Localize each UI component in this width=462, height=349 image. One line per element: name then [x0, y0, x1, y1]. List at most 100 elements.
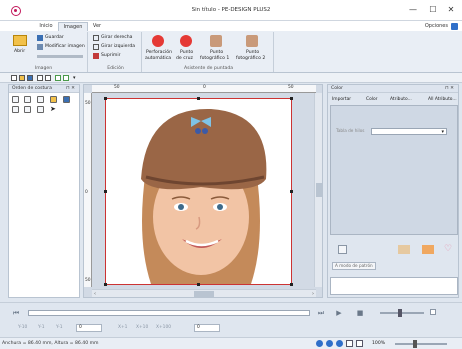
zoom-knob[interactable] — [413, 340, 418, 348]
merge-icon[interactable] — [37, 106, 44, 113]
customize-qat-icon[interactable]: ▾ — [73, 75, 79, 81]
folder-icon[interactable] — [13, 35, 27, 46]
horizontal-scrollbar[interactable]: ‹ › — [92, 289, 316, 297]
suprimir-button[interactable]: Suprimir — [101, 53, 121, 58]
skip-start-icon[interactable]: ⏮ — [10, 307, 22, 319]
stop-icon[interactable]: ■ — [354, 307, 366, 319]
heart-icon[interactable]: ♡ — [444, 244, 452, 254]
vertical-scrollbar[interactable] — [314, 93, 322, 287]
preview-icon[interactable] — [45, 75, 51, 81]
tab-imagen[interactable]: Imagen — [58, 22, 88, 31]
move-x-1-button[interactable]: X+1 — [118, 325, 127, 330]
move-y-1b-button[interactable]: Y-1 — [56, 325, 63, 330]
delete-icon[interactable] — [93, 53, 99, 59]
zoom-out-icon[interactable] — [24, 96, 31, 103]
panel-pin-icon[interactable]: ⊓ ✕ — [66, 85, 75, 93]
selection-handle[interactable] — [104, 190, 107, 193]
selection-handle[interactable] — [104, 283, 107, 286]
hoop-icon[interactable] — [356, 340, 363, 347]
new-file-icon[interactable] — [11, 75, 17, 81]
frame-icon[interactable] — [338, 245, 347, 254]
photo-stitch-1-icon[interactable] — [210, 35, 222, 47]
view-realistic-icon[interactable] — [326, 340, 333, 347]
x-offset-input[interactable]: 0 — [194, 324, 220, 332]
print-icon[interactable] — [37, 75, 43, 81]
zoom-slider[interactable] — [395, 340, 447, 348]
pointer-icon[interactable]: ➤ — [50, 106, 57, 113]
abrir-button[interactable]: Abrir — [14, 49, 25, 54]
brush-icon[interactable] — [398, 245, 410, 254]
tab-inicio[interactable]: Inicio — [36, 22, 56, 31]
close-button[interactable]: ✕ — [442, 3, 460, 17]
tab-color[interactable]: Color — [366, 95, 377, 104]
image-opacity-slider[interactable] — [37, 55, 83, 58]
move-y-1-button[interactable]: Y-1 — [38, 325, 45, 330]
perforacion-button[interactable]: Perforación — [146, 50, 172, 55]
speed-slider[interactable] — [380, 309, 424, 317]
girl-photo-image[interactable] — [106, 99, 291, 284]
grid-icon[interactable] — [346, 340, 353, 347]
rotate-right-icon[interactable] — [93, 35, 99, 41]
tab-importar[interactable]: Importar — [332, 95, 351, 104]
selection-handle[interactable] — [104, 97, 107, 100]
horizontal-scroll-thumb[interactable] — [194, 291, 214, 297]
scroll-left-icon[interactable]: ‹ — [94, 290, 96, 298]
rotate-left-icon[interactable] — [93, 44, 99, 50]
selection-handle[interactable] — [197, 283, 200, 286]
embroidery-hoop[interactable] — [104, 97, 293, 286]
opciones-menu[interactable]: Opciones — [425, 22, 448, 31]
tab-all-atributo[interactable]: All Atributo... — [428, 95, 457, 104]
move-y-10-button[interactable]: Y-10 — [18, 325, 27, 330]
photo-stitch-2-icon[interactable] — [246, 35, 258, 47]
vertical-scroll-thumb[interactable] — [316, 183, 322, 197]
auto-checkbox[interactable] — [430, 309, 436, 315]
pencil-icon[interactable] — [422, 245, 434, 254]
punto-cruz-button[interactable]: Punto — [180, 50, 193, 55]
punto-foto2-button[interactable]: Punto — [246, 50, 259, 55]
save-file-icon[interactable] — [27, 75, 33, 81]
stitch-sort-icon[interactable] — [63, 96, 70, 103]
selection-handle[interactable] — [290, 283, 293, 286]
y-offset-input[interactable]: 0 — [76, 324, 102, 332]
open-file-icon[interactable] — [19, 75, 25, 81]
girar-derecha-button[interactable]: Girar derecha — [101, 35, 133, 40]
guardar-button[interactable]: Guardar — [45, 35, 64, 40]
tab-ver[interactable]: Ver — [90, 22, 104, 31]
skip-end-icon[interactable]: ⏭ — [315, 307, 327, 319]
help-icon[interactable] — [451, 23, 458, 30]
selection-handle[interactable] — [290, 190, 293, 193]
zoom-in-icon[interactable] — [12, 96, 19, 103]
strawberry-icon[interactable] — [152, 35, 164, 47]
move-x-100-button[interactable]: X+100 — [156, 325, 171, 330]
speed-knob[interactable] — [398, 309, 402, 317]
move-up-icon[interactable] — [12, 106, 19, 113]
modify-image-icon[interactable] — [37, 44, 43, 50]
minimize-button[interactable]: — — [404, 3, 422, 17]
selection-handle[interactable] — [197, 97, 200, 100]
maximize-button[interactable]: ☐ — [424, 3, 442, 17]
selection-handle[interactable] — [290, 97, 293, 100]
color-sort-icon[interactable] — [50, 96, 57, 103]
move-x-10-button[interactable]: X+10 — [136, 325, 148, 330]
girar-izquierda-button[interactable]: Girar izquierda — [101, 44, 135, 49]
view-stitch-icon[interactable] — [336, 340, 343, 347]
undo-icon[interactable] — [55, 75, 61, 81]
modificar-imagen-button[interactable]: Modificar imagen — [45, 44, 85, 49]
scroll-right-icon[interactable]: › — [312, 290, 314, 298]
play-icon[interactable]: ▶ — [333, 307, 345, 319]
pattern-mode-button[interactable]: A modo de patrón — [332, 262, 376, 270]
thread-chart-select[interactable]: ▾ — [371, 128, 447, 135]
panel-pin-icon[interactable]: ⊓ ✕ — [445, 85, 454, 93]
tab-atributo[interactable]: Atributo... — [390, 95, 412, 104]
redo-icon[interactable] — [63, 75, 69, 81]
punto-foto1-button[interactable]: Punto — [210, 50, 223, 55]
cross-stitch-icon[interactable] — [180, 35, 192, 47]
view-design-icon[interactable] — [316, 340, 323, 347]
fit-icon[interactable] — [37, 96, 44, 103]
sewing-order-panel: Orden de costura ⊓ ✕ ➤ — [8, 84, 80, 298]
design-canvas[interactable]: 50 0 50 50 0 50 ‹ › — [83, 84, 323, 298]
save-icon[interactable] — [37, 35, 43, 41]
color-list-area — [330, 277, 458, 295]
move-down-icon[interactable] — [24, 106, 31, 113]
stitch-progress-slider[interactable] — [28, 310, 310, 316]
